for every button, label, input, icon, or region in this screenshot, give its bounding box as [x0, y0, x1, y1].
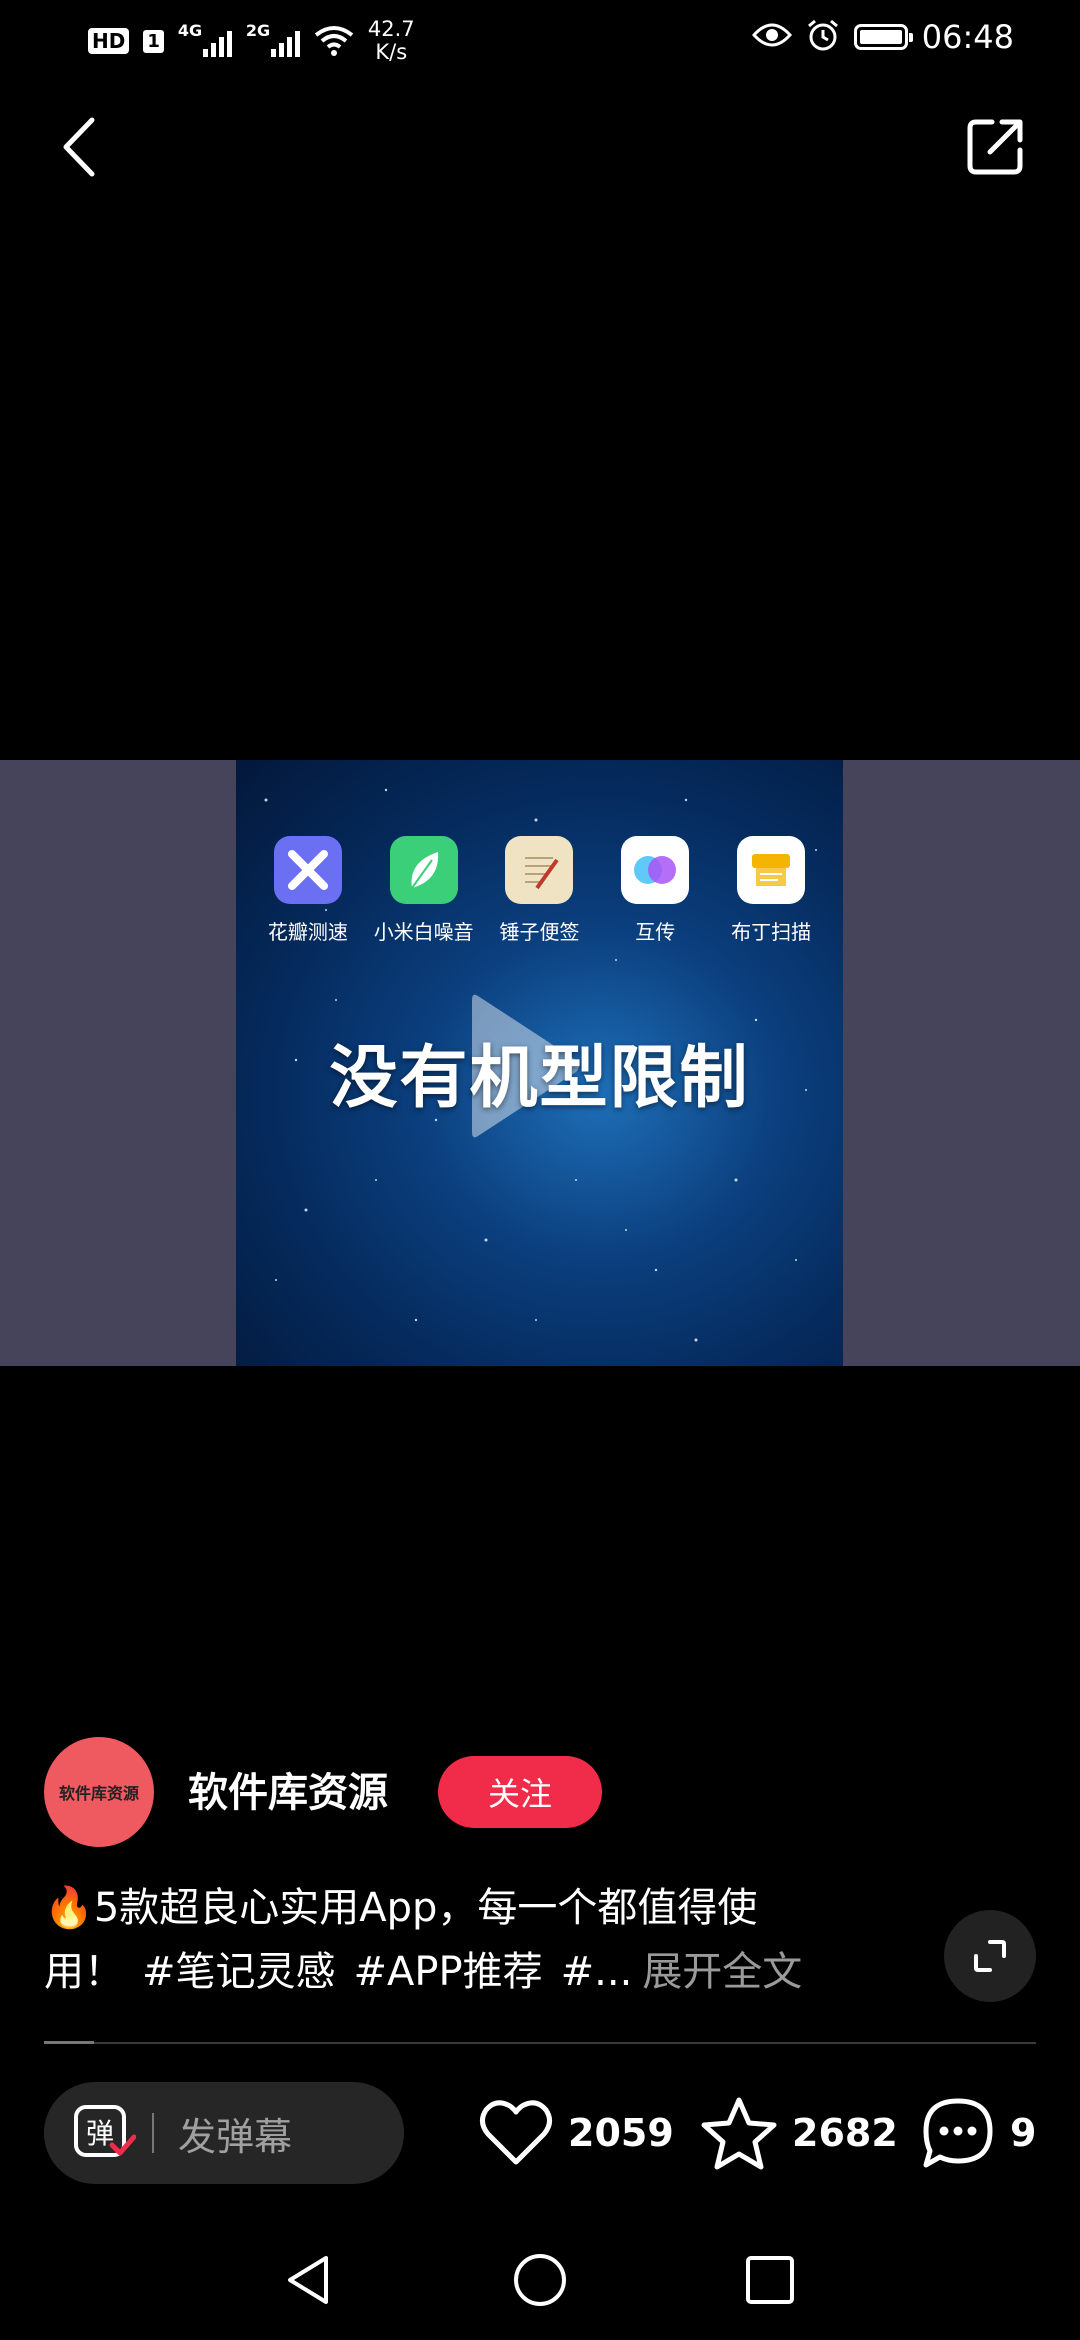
status-bar: HD 1 4G 2G 42.7 K/s 06:48 [0, 0, 1080, 80]
app-tile: 小米白噪音 [369, 836, 479, 945]
heart-icon [480, 2100, 552, 2165]
battery-icon [853, 24, 913, 50]
app-tile: 布丁扫描 [716, 836, 826, 945]
share-transfer-icon [621, 836, 690, 904]
hd-icon: HD [88, 28, 130, 54]
follow-button[interactable]: 关注 [438, 1756, 602, 1828]
smartisan-notes-icon [505, 836, 574, 904]
network-speed: 42.7 K/s [367, 17, 415, 64]
avatar[interactable]: 软件库资源 [44, 1737, 154, 1847]
danmu-input[interactable]: 弹 发弹幕 [44, 2082, 404, 2184]
pudding-scan-icon [737, 836, 806, 904]
fullscreen-icon [974, 1940, 1006, 1972]
alarm-icon [806, 18, 840, 56]
divider [152, 2113, 154, 2153]
app-label: 布丁扫描 [731, 920, 812, 944]
hashtag-link[interactable]: #APP推荐 [354, 1949, 543, 1995]
comment-icon [923, 2098, 993, 2168]
star-icon [701, 2097, 777, 2170]
expand-text-link[interactable]: 展开全文 [642, 1949, 802, 1995]
eye-icon [751, 21, 792, 53]
clock: 06:48 [921, 18, 1014, 56]
app-tile: 互传 [600, 836, 710, 945]
app-label: 锤子便签 [499, 920, 580, 944]
app-tile: 锤子便签 [484, 836, 594, 945]
status-left: HD 1 4G 2G 42.7 K/s [88, 18, 415, 64]
caption-line-2: 用！ #笔记灵感 #APP推荐 #... 展开全文 [44, 1940, 904, 2004]
nav-home-icon[interactable] [510, 2250, 570, 2310]
back-icon[interactable] [52, 112, 108, 182]
like-button[interactable]: 2059 [478, 2090, 674, 2176]
petal-speedtest-icon [273, 836, 342, 904]
app-label: 互传 [635, 920, 676, 944]
caption-text: 用！ [44, 1949, 124, 1995]
xiaomi-whitenoise-icon [389, 836, 458, 904]
caption-line-1: 🔥5款超良心实用App，每一个都值得使 [44, 1876, 904, 1940]
author-name[interactable]: 软件库资源 [188, 1760, 388, 1818]
progress-track[interactable] [44, 2042, 1036, 2044]
video-headline: 没有机型限制 [329, 1039, 750, 1118]
app-label: 花瓣测速 [267, 920, 348, 944]
danmu-placeholder: 发弹幕 [178, 2114, 293, 2159]
favorite-count: 2682 [792, 2111, 898, 2155]
progress-fill [44, 2041, 94, 2044]
wifi-icon [314, 25, 354, 57]
hashtag-link[interactable]: #... [561, 1949, 633, 1995]
app-icon-row: 花瓣测速 小米白噪音 锤子便签 互传 布丁扫描 [236, 836, 843, 945]
favorite-button[interactable]: 2682 [700, 2090, 898, 2176]
post-caption[interactable]: 🔥5款超良心实用App，每一个都值得使 用！ #笔记灵感 #APP推荐 #... 展开全… [44, 1876, 904, 2004]
fire-emoji-icon: 🔥 [44, 1885, 94, 1931]
nav-recents-icon[interactable] [742, 2252, 798, 2308]
signal-icon: 4G [178, 21, 232, 61]
hashtag-link[interactable]: #笔记灵感 [142, 1949, 336, 1995]
video-player[interactable]: 花瓣测速 小米白噪音 锤子便签 互传 布丁扫描 没有机型限制 [236, 760, 843, 1366]
sim-icon: 1 [143, 29, 164, 53]
fullscreen-button[interactable] [944, 1910, 1036, 2002]
app-tile: 花瓣测速 [253, 836, 363, 945]
status-right: 06:48 [751, 18, 1014, 56]
share-icon[interactable] [964, 114, 1028, 178]
danmu-icon: 弹 [74, 2105, 136, 2157]
network-type-label: 4G [177, 21, 203, 40]
app-label: 小米白噪音 [373, 920, 474, 944]
caption-text: 5款超良心实用App，每一个都值得使 [93, 1885, 758, 1931]
signal-icon: 2G [246, 21, 300, 61]
like-count: 2059 [568, 2111, 674, 2155]
network-type-label: 2G [245, 21, 271, 40]
comment-button[interactable]: 9 [920, 2090, 1036, 2176]
nav-back-icon[interactable] [282, 2252, 338, 2308]
comment-count: 9 [1010, 2111, 1037, 2155]
